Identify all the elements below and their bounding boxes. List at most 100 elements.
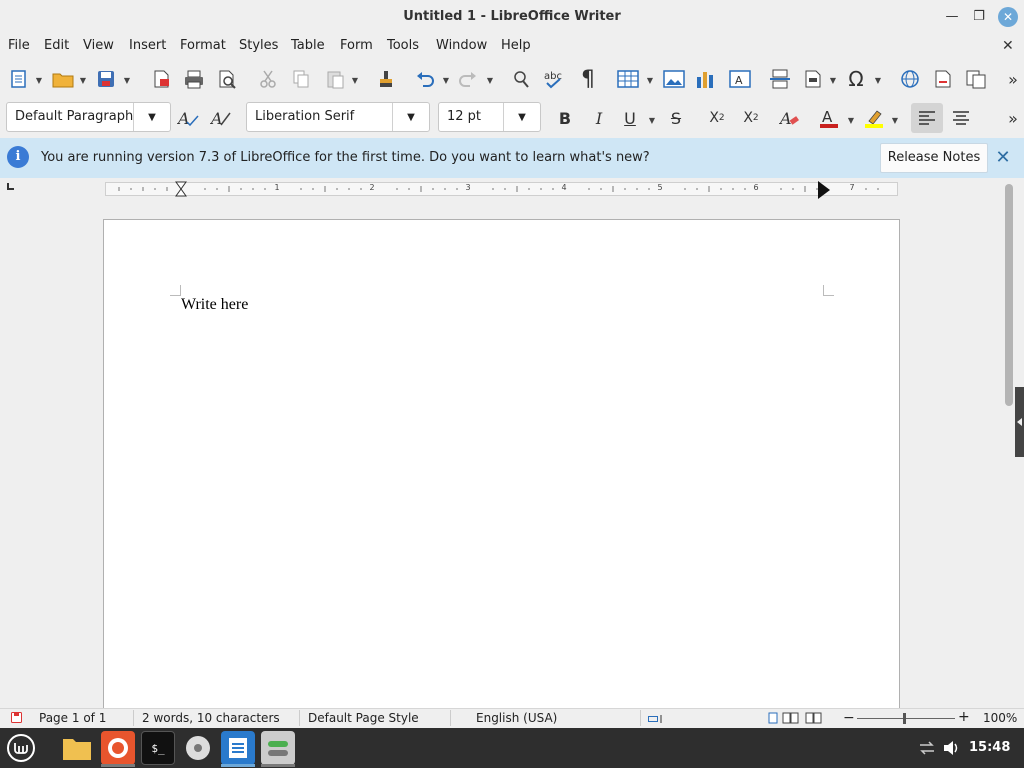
chevron-down-icon[interactable]: ▼ — [34, 73, 44, 87]
menu-tools[interactable]: Tools — [387, 37, 419, 55]
disc-icon[interactable] — [181, 731, 215, 765]
language[interactable]: English (USA) — [476, 711, 557, 725]
insert-chart-icon[interactable] — [693, 65, 719, 93]
mint-menu-icon[interactable] — [4, 731, 38, 765]
highlight-color-icon[interactable] — [860, 104, 888, 132]
copy-icon[interactable] — [288, 65, 314, 93]
font-color-icon[interactable]: A — [815, 104, 843, 132]
chevron-down-icon[interactable]: ▼ — [133, 103, 170, 131]
chevron-down-icon[interactable]: ▼ — [485, 73, 495, 87]
network-icon[interactable] — [918, 740, 936, 756]
volume-icon[interactable] — [943, 740, 961, 756]
minimize-icon[interactable]: — — [943, 8, 961, 26]
font-size-combo[interactable]: 12 pt ▼ — [438, 102, 541, 132]
view-layout-icons[interactable] — [768, 712, 826, 724]
word-count[interactable]: 2 words, 10 characters — [142, 711, 280, 725]
special-character-icon[interactable]: Ω — [843, 65, 869, 93]
menu-insert[interactable]: Insert — [129, 37, 166, 55]
cut-icon[interactable] — [255, 65, 281, 93]
italic-icon[interactable]: I — [585, 104, 613, 132]
right-indent-marker-icon[interactable] — [816, 180, 832, 200]
paste-icon[interactable] — [322, 65, 348, 93]
vertical-scrollbar[interactable] — [1005, 184, 1013, 406]
menu-format[interactable]: Format — [180, 37, 226, 55]
clear-formatting-icon[interactable]: A — [776, 104, 804, 132]
font-name-combo[interactable]: Liberation Serif ▼ — [246, 102, 430, 132]
menu-form[interactable]: Form — [340, 37, 373, 55]
undo-icon[interactable] — [412, 65, 438, 93]
page-style[interactable]: Default Page Style — [308, 711, 419, 725]
menu-file[interactable]: File — [8, 37, 30, 55]
files-icon[interactable] — [60, 731, 94, 765]
sidebar-toggle[interactable] — [1015, 387, 1024, 457]
menu-view[interactable]: View — [83, 37, 114, 55]
writer-icon[interactable] — [221, 731, 255, 765]
close-infobar-icon[interactable]: ✕ — [994, 148, 1012, 168]
find-replace-icon[interactable] — [509, 65, 535, 93]
open-folder-icon[interactable] — [50, 65, 76, 93]
menu-styles[interactable]: Styles — [239, 37, 278, 55]
save-icon[interactable] — [93, 65, 119, 93]
chevron-down-icon[interactable]: ▼ — [647, 113, 657, 127]
chevron-down-icon[interactable]: ▼ — [873, 73, 883, 87]
zoom-level[interactable]: 100% — [983, 711, 1017, 725]
chevron-down-icon[interactable]: ▼ — [645, 73, 655, 87]
clone-formatting-icon[interactable] — [373, 65, 399, 93]
formatting-marks-icon[interactable]: ¶ — [575, 65, 601, 93]
print-icon[interactable] — [181, 65, 207, 93]
zoom-in-icon[interactable]: + — [958, 710, 970, 724]
document-page[interactable] — [103, 219, 900, 719]
insert-field-icon[interactable] — [800, 65, 826, 93]
zoom-slider-handle[interactable] — [903, 713, 906, 724]
selection-mode-icon[interactable] — [648, 713, 664, 723]
paragraph-style-combo[interactable]: Default Paragraph ▼ — [6, 102, 171, 132]
maximize-icon[interactable]: ❐ — [970, 8, 988, 26]
zoom-slider[interactable] — [857, 718, 955, 719]
insert-footnote-icon[interactable] — [930, 65, 956, 93]
insert-image-icon[interactable] — [661, 65, 687, 93]
chevron-down-icon[interactable]: ▼ — [828, 73, 838, 87]
settings-icon[interactable] — [261, 731, 295, 765]
clock[interactable]: 15:48 — [969, 740, 1010, 755]
export-pdf-icon[interactable] — [148, 65, 174, 93]
chevron-down-icon[interactable]: ▼ — [122, 73, 132, 87]
bold-icon[interactable]: B — [551, 104, 579, 132]
insert-table-icon[interactable] — [615, 65, 641, 93]
print-preview-icon[interactable] — [214, 65, 240, 93]
new-style-icon[interactable]: A — [207, 104, 235, 132]
terminal-icon[interactable]: $_ — [141, 731, 175, 765]
chevron-down-icon[interactable]: ▼ — [350, 73, 360, 87]
redo-icon[interactable] — [455, 65, 481, 93]
tab-stop-type-icon[interactable] — [7, 183, 14, 190]
document-modified-icon[interactable] — [11, 712, 22, 723]
menu-edit[interactable]: Edit — [44, 37, 69, 55]
update-style-icon[interactable]: A — [174, 104, 202, 132]
align-center-icon[interactable] — [947, 104, 975, 132]
close-window-button[interactable]: ✕ — [998, 7, 1018, 27]
more-options-icon[interactable]: » — [1004, 104, 1022, 132]
chevron-down-icon[interactable]: ▼ — [846, 113, 856, 127]
chevron-down-icon[interactable]: ▼ — [441, 73, 451, 87]
subscript-icon[interactable]: X2 — [737, 104, 765, 132]
strikethrough-icon[interactable]: S — [662, 104, 690, 132]
underline-icon[interactable]: U — [616, 104, 644, 132]
spelling-icon[interactable]: abc — [542, 65, 568, 93]
superscript-icon[interactable]: X2 — [703, 104, 731, 132]
insert-textbox-icon[interactable]: A — [727, 65, 753, 93]
chevron-down-icon[interactable]: ▼ — [890, 113, 900, 127]
release-notes-button[interactable]: Release Notes — [880, 143, 988, 173]
more-options-icon[interactable]: » — [1004, 65, 1022, 93]
align-left-icon[interactable] — [911, 103, 943, 133]
menu-help[interactable]: Help — [501, 37, 531, 55]
new-document-icon[interactable] — [6, 65, 32, 93]
chevron-down-icon[interactable]: ▼ — [503, 103, 540, 131]
page-count[interactable]: Page 1 of 1 — [39, 711, 106, 725]
insert-comment-icon[interactable] — [963, 65, 989, 93]
indent-marker-icon[interactable] — [175, 181, 187, 197]
horizontal-ruler[interactable] — [105, 182, 898, 196]
chevron-down-icon[interactable]: ▼ — [392, 103, 429, 131]
zoom-out-icon[interactable]: − — [843, 711, 855, 725]
chevron-down-icon[interactable]: ▼ — [78, 73, 88, 87]
insert-hyperlink-icon[interactable] — [897, 65, 923, 93]
menu-window[interactable]: Window — [436, 37, 487, 55]
